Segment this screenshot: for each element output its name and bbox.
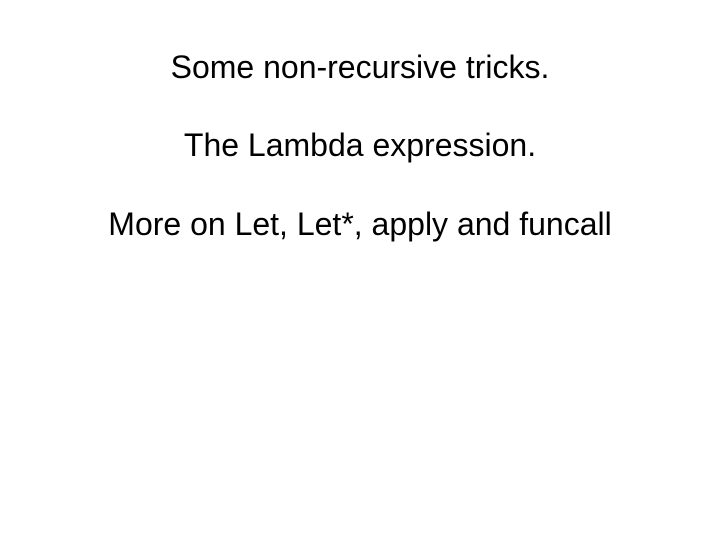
title-line-1: Some non-recursive tricks. <box>0 48 720 86</box>
slide-container: Some non-recursive tricks. The Lambda ex… <box>0 0 720 540</box>
title-line-3: More on Let, Let*, apply and funcall <box>0 205 720 243</box>
title-line-2: The Lambda expression. <box>0 126 720 164</box>
